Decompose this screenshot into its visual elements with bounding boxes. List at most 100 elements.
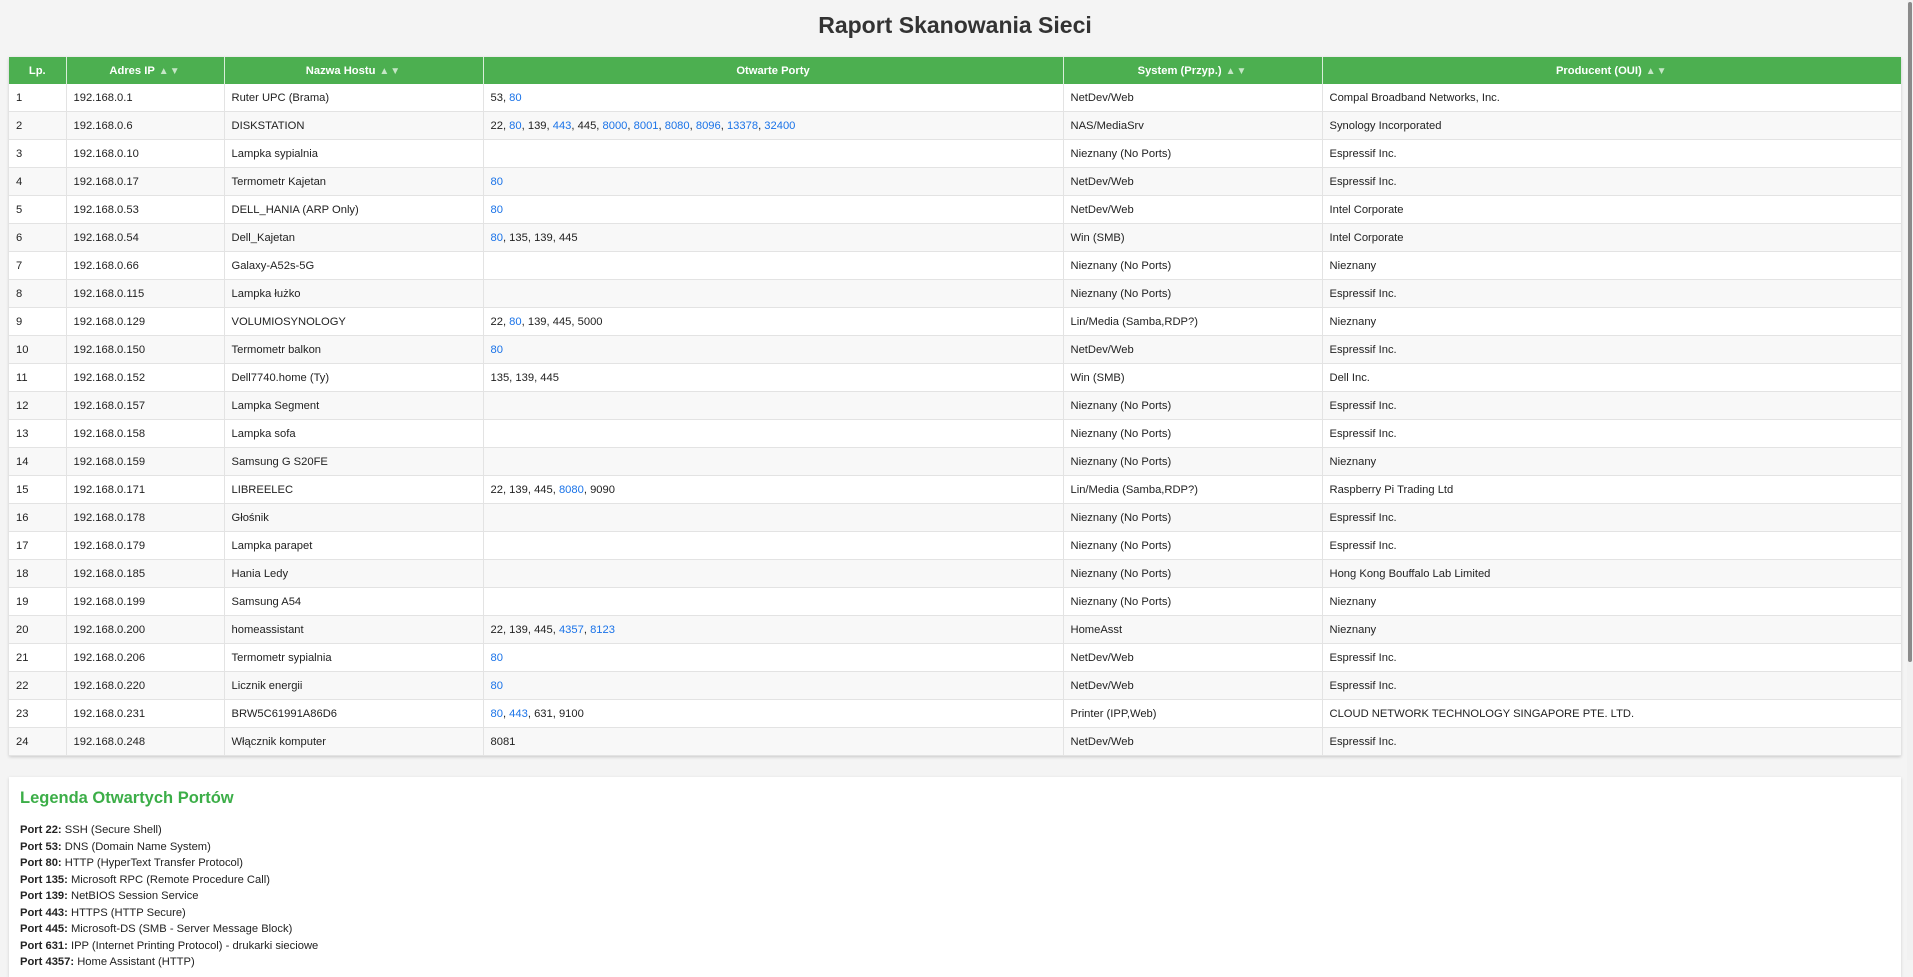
cell-lp: 4	[9, 167, 67, 196]
cell-open-ports	[483, 447, 1064, 476]
port-link[interactable]: 8000	[603, 120, 628, 132]
cell-system: Win (SMB)	[1063, 223, 1323, 252]
table-row: 3 192.168.0.10 Lampka sypialnia Nieznany (N…	[9, 139, 1901, 168]
cell-hostname: Galaxy-A52s-5G	[224, 251, 484, 280]
cell-ip-address: 192.168.0.200	[66, 615, 225, 644]
cell-lp: 5	[9, 195, 67, 224]
port-link[interactable]: 8123	[590, 624, 615, 636]
cell-system: NetDev/Web	[1063, 84, 1323, 112]
port-number: 139	[534, 231, 553, 244]
cell-hostname: Dell7740.home (Ty)	[224, 363, 484, 392]
legend-port: Port 139:	[20, 890, 68, 902]
cell-open-ports	[483, 139, 1064, 168]
port-link[interactable]: 80	[491, 344, 503, 356]
sort-arrows-icon[interactable]: ▲▼	[379, 66, 401, 77]
port-link[interactable]: 8001	[634, 120, 659, 132]
table-row: 13 192.168.0.158 Lampka sofa Nieznany (No P…	[9, 419, 1901, 448]
cell-system: NetDev/Web	[1063, 167, 1323, 196]
legend-port: Port 445:	[20, 923, 68, 935]
port-link[interactable]: 443	[509, 708, 528, 720]
port-number: 135	[490, 371, 510, 384]
header-ip-address[interactable]: Adres IP ▲▼	[66, 57, 225, 84]
cell-lp: 1	[9, 84, 67, 112]
cell-system: Nieznany (No Ports)	[1063, 279, 1323, 308]
page-scrollbar[interactable]	[1907, 0, 1913, 960]
cell-lp: 3	[9, 139, 67, 168]
cell-open-ports	[483, 391, 1064, 420]
cell-vendor: Nieznany	[1322, 251, 1901, 280]
scrollbar-thumb[interactable]	[1908, 2, 1912, 662]
port-link[interactable]: 80	[491, 708, 503, 720]
port-link[interactable]: 443	[553, 120, 572, 132]
legend-item: Port 445: Microsoft-DS (SMB - Server Mes…	[20, 921, 318, 938]
scan-table-container: Lp. Adres IP ▲▼ Nazwa Hostu ▲▼ Otwarte Porty S…	[9, 57, 1901, 756]
legend-item: Port 53: DNS (Domain Name System)	[20, 839, 318, 856]
cell-ip-address: 192.168.0.129	[66, 307, 225, 336]
cell-open-ports	[483, 251, 1064, 280]
cell-vendor: Espressif Inc.	[1322, 391, 1901, 420]
port-link[interactable]: 13378	[727, 120, 758, 132]
port-link[interactable]: 80	[509, 120, 521, 132]
port-link[interactable]: 8096	[696, 120, 721, 132]
cell-system: NetDev/Web	[1063, 727, 1323, 756]
port-link[interactable]: 8080	[559, 484, 584, 496]
cell-vendor: Synology Incorporated	[1322, 111, 1901, 140]
cell-ip-address: 192.168.0.220	[66, 671, 225, 700]
port-number: 445	[534, 483, 553, 496]
table-body: 1 192.168.0.1 Ruter UPC (Brama) 53, 80 NetDe…	[9, 84, 1901, 756]
port-link[interactable]: 32400	[764, 120, 795, 132]
cell-hostname: Lampka sofa	[224, 419, 484, 448]
cell-ip-address: 192.168.0.248	[66, 727, 225, 756]
cell-hostname: Głośnik	[224, 503, 484, 532]
legend-item: Port 4357: Home Assistant (HTTP)	[20, 954, 318, 971]
cell-lp: 17	[9, 531, 67, 560]
port-link[interactable]: 80	[491, 204, 503, 216]
table-row: 4 192.168.0.17 Termometr Kajetan 80 NetDev/W…	[9, 167, 1901, 196]
table-row: 6 192.168.0.54 Dell_Kajetan 80, 135, 139, 4…	[9, 223, 1901, 252]
table-row: 18 192.168.0.185 Hania Ledy Nieznany (No Po…	[9, 559, 1901, 588]
cell-hostname: Włącznik komputer	[224, 727, 484, 756]
legend-list: Port 22: SSH (Secure Shell) Port 53: DNS …	[20, 822, 318, 971]
cell-hostname: DELL_HANIA (ARP Only)	[224, 195, 484, 224]
cell-system: NAS/MediaSrv	[1063, 111, 1323, 140]
cell-open-ports	[483, 279, 1064, 308]
table-row: 21 192.168.0.206 Termometr sypialnia 80 NetD…	[9, 643, 1901, 672]
port-number: 22	[490, 623, 503, 636]
cell-vendor: Nieznany	[1322, 307, 1901, 336]
table-header-row: Lp. Adres IP ▲▼ Nazwa Hostu ▲▼ Otwarte Porty S…	[9, 57, 1901, 84]
port-link[interactable]: 80	[509, 316, 521, 328]
cell-system: Nieznany (No Ports)	[1063, 531, 1323, 560]
header-vendor[interactable]: Producent (OUI) ▲▼	[1322, 57, 1901, 84]
sort-arrows-icon[interactable]: ▲▼	[1226, 66, 1248, 77]
header-label: Otwarte Porty	[736, 64, 810, 77]
cell-vendor: Dell Inc.	[1322, 363, 1901, 392]
cell-ip-address: 192.168.0.66	[66, 251, 225, 280]
cell-system: Nieznany (No Ports)	[1063, 447, 1323, 476]
cell-ip-address: 192.168.0.53	[66, 195, 225, 224]
cell-hostname: DISKSTATION	[224, 111, 484, 140]
cell-ip-address: 192.168.0.17	[66, 167, 225, 196]
cell-lp: 24	[9, 727, 67, 756]
cell-system: Nieznany (No Ports)	[1063, 391, 1323, 420]
cell-vendor: Nieznany	[1322, 447, 1901, 476]
header-system[interactable]: System (Przyp.) ▲▼	[1063, 57, 1323, 84]
sort-arrows-icon[interactable]: ▲▼	[159, 66, 181, 77]
cell-system: Nieznany (No Ports)	[1063, 419, 1323, 448]
legend-description: NetBIOS Session Service	[70, 890, 199, 902]
cell-hostname: LIBREELEC	[224, 475, 484, 504]
cell-open-ports: 80	[483, 195, 1064, 224]
header-hostname[interactable]: Nazwa Hostu ▲▼	[224, 57, 484, 84]
port-link[interactable]: 80	[491, 176, 503, 188]
cell-system: NetDev/Web	[1063, 195, 1323, 224]
cell-hostname: Lampka Segment	[224, 391, 484, 420]
sort-arrows-icon[interactable]: ▲▼	[1646, 66, 1668, 77]
cell-ip-address: 192.168.0.159	[66, 447, 225, 476]
cell-lp: 10	[9, 335, 67, 364]
port-link[interactable]: 8080	[665, 120, 690, 132]
port-link[interactable]: 80	[509, 92, 521, 104]
port-link[interactable]: 4357	[559, 624, 584, 636]
port-link[interactable]: 80	[491, 680, 503, 692]
legend-port: Port 135:	[20, 873, 68, 886]
port-link[interactable]: 80	[491, 232, 503, 244]
port-link[interactable]: 80	[491, 652, 503, 664]
